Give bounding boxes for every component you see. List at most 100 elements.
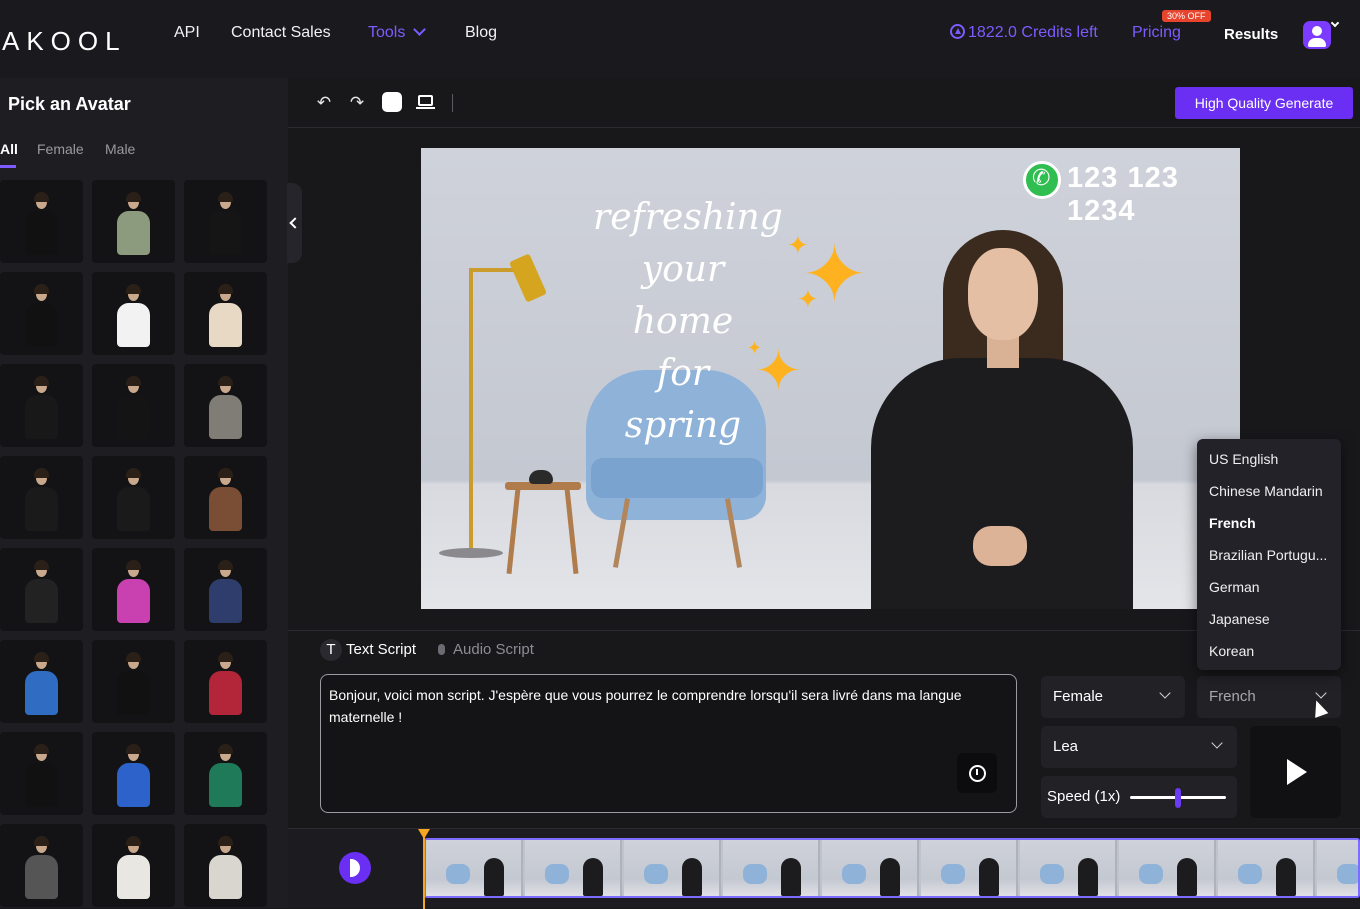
table-leg [564, 487, 579, 575]
avatar-hair [34, 468, 49, 478]
avatar-tile[interactable] [184, 548, 267, 631]
avatar-body [117, 487, 150, 531]
language-option[interactable]: Chinese Mandarin [1209, 483, 1323, 499]
chevron-down-icon [1315, 687, 1327, 699]
high-quality-generate-button[interactable]: High Quality Generate [1175, 87, 1353, 119]
avatar-tile[interactable] [0, 824, 83, 907]
avatar-body [117, 579, 150, 623]
avatar-tile[interactable] [92, 364, 175, 447]
discount-badge: 30% OFF [1162, 10, 1211, 22]
language-option[interactable]: French [1209, 515, 1256, 531]
avatar-tile[interactable] [184, 272, 267, 355]
presenter-face [968, 248, 1038, 340]
avatar-hair [218, 468, 233, 478]
preview-play-button[interactable] [1250, 726, 1341, 818]
voice-select-value: Lea [1053, 738, 1079, 755]
avatar-tile[interactable] [0, 364, 83, 447]
language-option[interactable]: US English [1209, 451, 1278, 467]
avatar-body [209, 303, 242, 347]
avatar-hair [126, 376, 141, 386]
collapse-panel-button[interactable] [287, 183, 302, 263]
avatar-tile[interactable] [184, 824, 267, 907]
avatar-body [209, 211, 242, 255]
language-option[interactable]: Japanese [1209, 611, 1270, 627]
avatar-tile[interactable] [92, 272, 175, 355]
avatar-tile[interactable] [92, 732, 175, 815]
nav-contact-sales-link[interactable]: Contact Sales [231, 24, 331, 42]
avatar-tile[interactable] [92, 548, 175, 631]
timeline-play-button[interactable] [339, 852, 371, 884]
tab-male[interactable]: Male [105, 141, 135, 157]
avatar-tile[interactable] [92, 824, 175, 907]
top-navigation: AKOOL API Contact Sales Tools Blog 1822.… [0, 0, 1360, 78]
user-avatar-icon[interactable] [1303, 21, 1331, 49]
tab-audio-script[interactable]: Audio Script [438, 641, 534, 658]
credits-label: 1822.0 Credits left [968, 24, 1098, 41]
avatar-hair [126, 836, 141, 846]
avatar-tile[interactable] [92, 456, 175, 539]
undo-icon[interactable]: ↶ [315, 94, 333, 112]
nav-api-link[interactable]: API [174, 24, 200, 42]
avatar-tile[interactable] [184, 732, 267, 815]
avatar-tile[interactable] [92, 640, 175, 723]
avatar-tile[interactable] [0, 548, 83, 631]
avatar-hair [126, 192, 141, 202]
avatar-body [209, 855, 242, 899]
avatar-tile[interactable] [92, 180, 175, 263]
phone-number-text[interactable]: 123 123 1234 [1067, 162, 1240, 228]
avatar-body [117, 211, 150, 255]
avatar-body [209, 395, 242, 439]
user-menu-chevron-icon[interactable] [1330, 18, 1340, 28]
avatar-tile[interactable] [0, 180, 83, 263]
avatar-tile[interactable] [0, 640, 83, 723]
credits-indicator[interactable]: 1822.0 Credits left [950, 24, 1098, 42]
avatar-hair [34, 376, 49, 386]
avatar-tile[interactable] [184, 180, 267, 263]
screen-size-icon[interactable] [416, 95, 435, 109]
timeline-clip-strip[interactable] [424, 838, 1360, 898]
gender-select[interactable]: Female [1041, 676, 1185, 718]
slogan-line: refreshing [593, 197, 783, 238]
language-option[interactable]: Korean [1209, 643, 1254, 659]
lamp-shade [509, 253, 547, 303]
tab-all[interactable]: All [0, 141, 18, 157]
avatar-tile[interactable] [0, 732, 83, 815]
pricing-link[interactable]: Pricing [1132, 24, 1181, 42]
avatar-tile[interactable] [184, 640, 267, 723]
avatar-body [117, 763, 150, 807]
video-preview-canvas[interactable]: refreshing your home for spring ✦ ✦ ✦ ✦ … [421, 148, 1240, 609]
akool-logo[interactable]: AKOOL [2, 26, 127, 57]
avatar-hair [218, 192, 233, 202]
redo-icon[interactable]: ↷ [348, 94, 366, 112]
results-link[interactable]: Results [1224, 26, 1278, 43]
speed-slider-handle[interactable] [1175, 788, 1181, 808]
voice-select[interactable]: Lea [1041, 726, 1237, 768]
tab-female[interactable]: Female [37, 141, 84, 157]
frame-presenter [1177, 858, 1197, 896]
avatar-tile[interactable] [184, 364, 267, 447]
avatar-tile[interactable] [184, 456, 267, 539]
tab-text-script-label: Text Script [346, 641, 417, 658]
avatar-hair [218, 560, 233, 570]
avatar-hair [126, 744, 141, 754]
speed-control: Speed (1x) [1041, 776, 1237, 818]
playhead-line[interactable] [423, 837, 425, 909]
tab-text-script[interactable]: T Text Script [320, 639, 416, 661]
timeline-frame [723, 840, 820, 896]
script-textarea[interactable]: Bonjour, voici mon script. J'espère que … [320, 674, 1017, 813]
frame-presenter [583, 858, 603, 896]
avatar-tile[interactable] [0, 272, 83, 355]
nav-blog-link[interactable]: Blog [465, 24, 497, 42]
avatar-body [209, 763, 242, 807]
plant-graphic [529, 470, 553, 484]
language-option[interactable]: German [1209, 579, 1260, 595]
slogan-text[interactable]: refreshing your home for spring [593, 192, 783, 452]
avatar-tile[interactable] [0, 456, 83, 539]
frame-chair [545, 864, 569, 884]
script-text: Bonjour, voici mon script. J'espère que … [329, 687, 962, 725]
clock-icon[interactable] [957, 753, 997, 793]
nav-tools-menu[interactable]: Tools [368, 23, 427, 42]
avatar-hair [126, 652, 141, 662]
language-option[interactable]: Brazilian Portugu... [1209, 547, 1327, 563]
background-color-swatch[interactable] [382, 92, 402, 112]
